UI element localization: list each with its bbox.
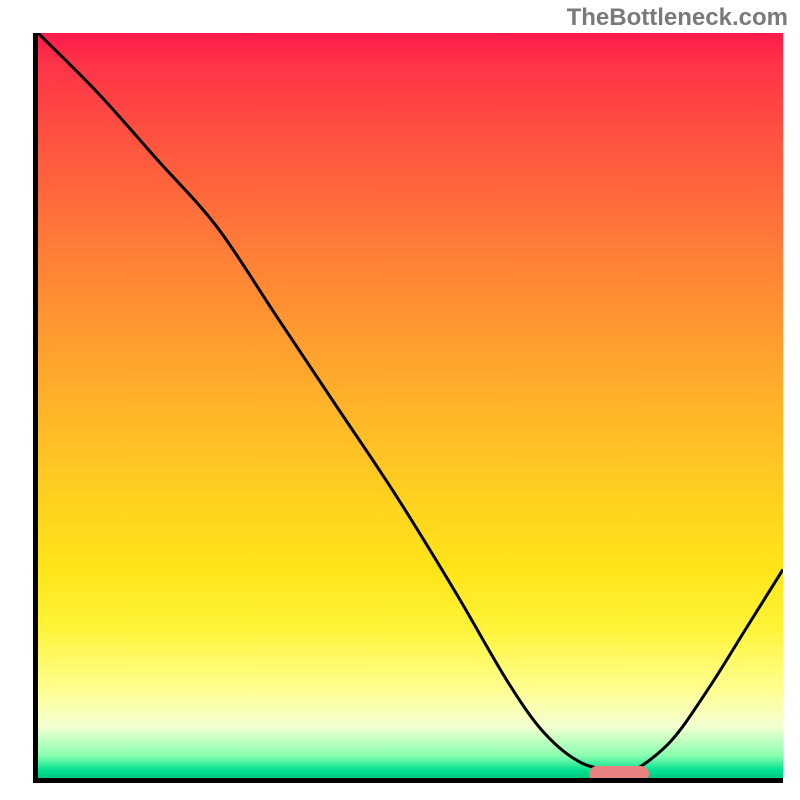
chart-container: TheBottleneck.com [0,0,800,800]
curve-svg [38,33,783,778]
watermark-text: TheBottleneck.com [567,4,788,32]
plot-area [33,33,783,783]
optimal-marker [589,766,649,782]
bottleneck-curve [38,33,783,773]
